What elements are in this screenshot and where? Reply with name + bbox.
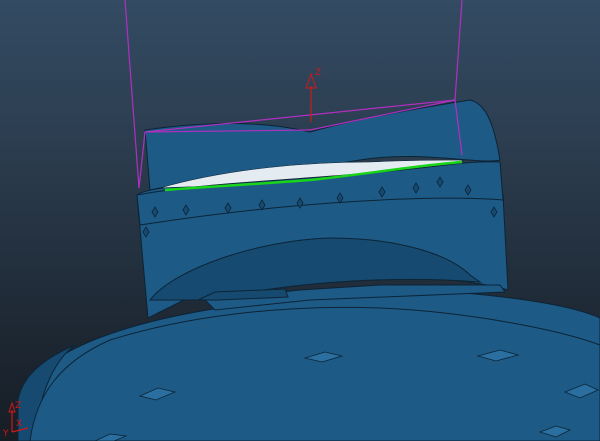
corner-x-label: X <box>16 419 22 429</box>
corner-z-label: Z <box>15 401 21 411</box>
corner-y-label: Y <box>2 429 9 439</box>
bbox-edge <box>454 0 463 101</box>
3d-viewport[interactable]: Z Z X Y <box>0 0 600 441</box>
base-plate[interactable] <box>17 287 600 441</box>
scene[interactable]: Z Z X Y <box>0 0 600 441</box>
bbox-edge <box>124 0 140 189</box>
z-axis-label: Z <box>315 68 321 78</box>
base-plate-rim <box>29 306 600 441</box>
